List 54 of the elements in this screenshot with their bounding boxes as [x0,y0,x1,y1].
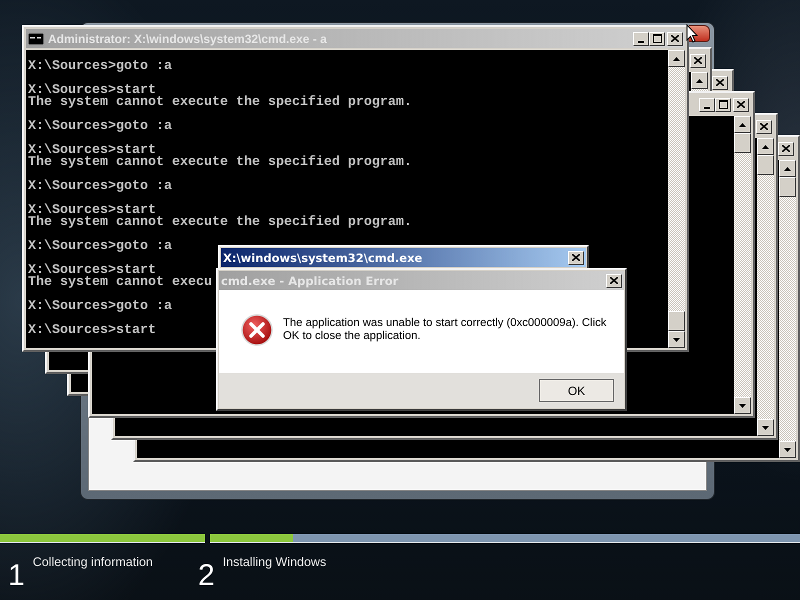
console-line: X:\Sources>start [28,325,156,337]
console-line: X:\Sources>goto :a [28,181,172,193]
error-icon [241,314,273,346]
console-line: X:\Sources>goto :a [28,121,172,133]
down-arrow-icon [739,404,746,408]
console-line: The system cannot execu [28,277,212,289]
scrollbar-thumb[interactable] [734,133,751,153]
console-line: X:\Sources>goto :a [28,241,172,253]
minimize-icon [638,40,644,42]
scrollbar-thumb[interactable] [779,177,796,197]
ok-button[interactable]: OK [539,379,614,402]
scrollbar-thumb[interactable] [757,155,774,175]
maximize-icon [652,34,662,43]
up-arrow-icon [784,166,791,170]
error-message: The application was unable to start correctly (0xc000009a). Click OK to close the application. [283,316,608,342]
close-icon [782,145,790,152]
close-icon [737,101,745,108]
scrollbar-thumb[interactable] [668,311,685,331]
close-icon [760,123,768,130]
down-arrow-icon [762,426,769,430]
up-arrow-icon [696,78,703,82]
scroll-up-button[interactable] [691,72,708,89]
dialog-title: X:\windows\system32\cmd.exe [223,250,422,264]
scroll-up-button[interactable] [734,116,751,133]
console-line: X:\Sources>goto :a [28,61,172,73]
mouse-pointer-icon [686,24,698,43]
step-label: Collecting information [32,555,153,569]
scroll-down-button[interactable] [779,441,796,458]
close-icon [572,254,580,261]
up-arrow-icon [762,144,769,148]
scroll-up-button[interactable] [779,160,796,177]
up-arrow-icon [739,122,746,126]
scroll-down-button[interactable] [757,419,774,436]
down-arrow-icon [784,448,791,452]
console-line: X:\Sources>goto :a [28,301,172,313]
close-icon [671,35,679,42]
down-arrow-icon [673,338,680,342]
scroll-up-button[interactable] [757,138,774,155]
maximize-icon [718,100,728,109]
step-label: Installing Windows [222,555,326,569]
up-arrow-icon [673,56,680,60]
scroll-down-button[interactable] [734,397,751,414]
scroll-down-button[interactable] [668,331,685,348]
scroll-up-button[interactable] [668,50,685,67]
console-line: The system cannot execute the specified program. [28,217,412,229]
console-line: The system cannot execute the specified program. [28,97,412,109]
step-number: 2 [198,561,215,591]
console-icon [28,32,44,44]
console-line: The system cannot execute the specified program. [28,157,412,169]
close-icon [716,79,724,86]
close-icon [610,277,618,284]
minimize-icon [704,106,710,108]
close-icon [694,57,702,64]
step-number: 1 [8,561,25,591]
